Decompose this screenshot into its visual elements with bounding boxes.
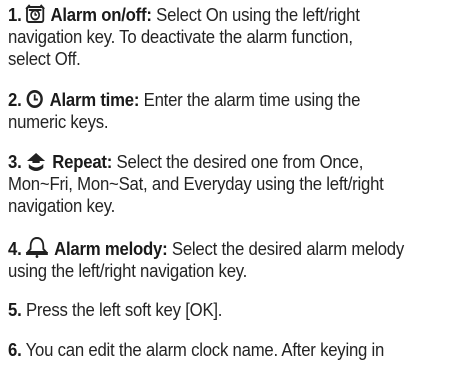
step-line: select Off. [8,48,81,69]
step-alarm-time: 2. Alarm time: Enter the alarm time usin… [8,89,430,133]
step-number: 3. [8,151,22,172]
step-number: 1. [8,4,22,25]
step-number: 4. [8,238,22,259]
step-line: Mon~Fri, Mon~Sat, and Everyday using the… [8,173,384,194]
step-line: 4. Alarm melody: Select the desired alar… [8,237,430,260]
step-line: 1. Alarm on/off: Select On using the lef… [8,4,430,26]
step-text: Select the desired alarm melody [171,238,405,259]
step-title: Repeat: [52,151,113,172]
step-text: Enter the alarm time using the [143,89,361,110]
step-title: Alarm melody: [54,238,168,259]
repeat-arrow-icon [25,152,47,171]
step-line: 6. You can edit the alarm clock name. Af… [8,339,430,361]
step-line: numeric keys. [8,111,109,132]
step-edit-name: 6. You can edit the alarm clock name. Af… [8,339,430,361]
step-line: using the left/right navigation key. [8,260,248,281]
step-text: You can edit the alarm clock name. After… [25,339,385,360]
step-number: 5. [8,299,22,320]
clock-icon [25,89,44,109]
step-line: navigation key. To deactivate the alarm … [8,26,353,47]
step-text: Press the left soft key [OK]. [25,299,223,320]
step-text: Select the desired one from Once, [116,151,364,172]
step-line: 3. Repeat: Select the desired one from O… [8,151,430,173]
step-title: Alarm time: [49,89,140,110]
step-press-ok: 5. Press the left soft key [OK]. [8,299,430,321]
step-number: 6. [8,339,22,360]
manual-page: 1. Alarm on/off: Select On using the lef… [0,0,476,384]
step-number: 2. [8,89,22,110]
step-line: 5. Press the left soft key [OK]. [8,299,430,321]
step-title: Alarm on/off: [50,4,152,25]
step-alarm-melody: 4. Alarm melody: Select the desired alar… [8,237,430,282]
step-text: Select On using the left/right [156,4,360,25]
step-alarm-on-off: 1. Alarm on/off: Select On using the lef… [8,4,430,70]
step-repeat: 3. Repeat: Select the desired one from O… [8,151,430,217]
step-line: 2. Alarm time: Enter the alarm time usin… [8,89,430,111]
step-line: navigation key. [8,195,116,216]
alarm-clock-icon [25,4,45,24]
bell-icon [25,237,49,258]
